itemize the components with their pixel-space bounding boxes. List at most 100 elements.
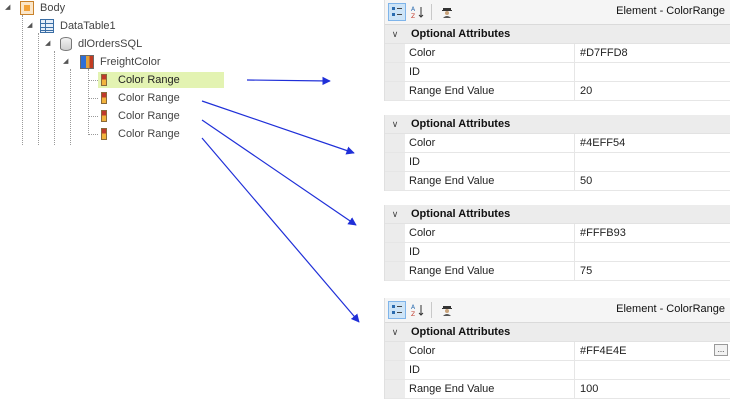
tree-connector <box>88 69 89 135</box>
property-panel-3: ∨ Optional Attributes Color #FFFB93 ID R… <box>384 205 730 281</box>
tree-node-label: Color Range <box>118 74 180 86</box>
agent-icon[interactable] <box>438 301 456 319</box>
toolbar-separator <box>431 4 432 20</box>
svg-text:Z: Z <box>411 13 415 19</box>
category-header[interactable]: ∨ Optional Attributes <box>385 205 730 224</box>
chevron-down-icon[interactable]: ∨ <box>385 327 405 338</box>
color-style-icon <box>80 55 94 69</box>
property-toolbar: AZ Element - ColorRange <box>385 298 730 323</box>
property-value-color[interactable]: #FF4E4E ... <box>575 342 730 360</box>
tree-connector <box>22 15 23 145</box>
property-name: ID <box>405 361 575 379</box>
color-range-icon <box>101 92 107 104</box>
property-row-color[interactable]: Color #FF4E4E ... <box>385 342 730 361</box>
collapse-toggle-icon[interactable]: ◢ <box>27 22 35 30</box>
agent-icon[interactable] <box>438 3 456 21</box>
property-panel-4: AZ Element - ColorRange ∨ Optional Attri… <box>384 298 730 399</box>
category-header[interactable]: ∨ Optional Attributes <box>385 25 730 44</box>
tree-node-colorrange-1[interactable]: Color Range <box>98 72 224 88</box>
alphabetical-sort-icon[interactable]: AZ <box>409 3 427 21</box>
property-row-id[interactable]: ID <box>385 63 730 82</box>
tree-node-datatable[interactable]: DataTable1 <box>40 18 119 34</box>
tree-node-body[interactable]: Body <box>20 0 68 16</box>
property-row-range-end[interactable]: Range End Value 20 <box>385 82 730 101</box>
categorized-view-icon[interactable] <box>388 301 406 319</box>
tree-connector <box>88 80 98 81</box>
property-name: Range End Value <box>405 172 575 190</box>
ellipsis-button[interactable]: ... <box>714 344 728 356</box>
property-value-range-end[interactable]: 75 <box>575 262 730 280</box>
property-panel-1: AZ Element - ColorRange ∨ Optional Attri… <box>384 0 730 101</box>
tree-node-label: dlOrdersSQL <box>78 38 143 50</box>
element-tree: ◢ Body ◢ DataTable1 ◢ dlOrdersSQL ◢ Frei… <box>0 0 240 150</box>
property-name: Color <box>405 342 575 360</box>
property-value-range-end[interactable]: 100 <box>575 380 730 398</box>
chevron-down-icon[interactable]: ∨ <box>385 119 405 130</box>
collapse-toggle-icon[interactable]: ◢ <box>63 58 71 66</box>
arrow-to-panel-4 <box>201 137 360 323</box>
category-header[interactable]: ∨ Optional Attributes <box>385 323 730 342</box>
tree-node-label: Color Range <box>118 92 180 104</box>
property-value-id[interactable] <box>575 153 730 171</box>
property-row-id[interactable]: ID <box>385 153 730 172</box>
property-value-id[interactable] <box>575 243 730 261</box>
category-header[interactable]: ∨ Optional Attributes <box>385 115 730 134</box>
tree-node-label: Body <box>40 2 66 14</box>
color-range-icon <box>101 74 107 86</box>
collapse-toggle-icon[interactable]: ◢ <box>45 40 53 48</box>
property-row-color[interactable]: Color #4EFF54 <box>385 134 730 153</box>
property-row-color[interactable]: Color #D7FFD8 <box>385 44 730 63</box>
property-row-color[interactable]: Color #FFFB93 <box>385 224 730 243</box>
tree-connector <box>54 51 55 145</box>
alphabetical-sort-icon[interactable]: AZ <box>409 301 427 319</box>
chevron-down-icon[interactable]: ∨ <box>385 29 405 40</box>
property-value-color[interactable]: #D7FFD8 <box>575 44 730 62</box>
svg-text:A: A <box>411 6 416 13</box>
category-title: Optional Attributes <box>411 208 511 220</box>
property-row-range-end[interactable]: Range End Value 50 <box>385 172 730 191</box>
property-value-color[interactable]: #4EFF54 <box>575 134 730 152</box>
tree-node-colorrange-4[interactable]: Color Range <box>98 126 183 142</box>
tree-node-datalayer[interactable]: dlOrdersSQL <box>60 36 145 52</box>
category-title: Optional Attributes <box>411 118 511 130</box>
tree-node-colorrange-2[interactable]: Color Range <box>98 90 183 106</box>
database-icon <box>60 37 72 51</box>
property-name: Range End Value <box>405 82 575 100</box>
property-toolbar: AZ Element - ColorRange <box>385 0 730 25</box>
color-value-text: #FF4E4E <box>580 345 627 357</box>
collapse-toggle-icon[interactable]: ◢ <box>5 4 13 12</box>
property-name: Color <box>405 224 575 242</box>
arrow-to-panel-1 <box>246 76 331 86</box>
property-value-id[interactable] <box>575 63 730 81</box>
tree-node-label: DataTable1 <box>60 20 116 32</box>
property-name: Color <box>405 44 575 62</box>
categorized-view-icon[interactable] <box>388 3 406 21</box>
tree-node-label: Color Range <box>118 128 180 140</box>
property-name: ID <box>405 243 575 261</box>
svg-text:A: A <box>411 304 416 311</box>
toolbar-separator <box>431 302 432 318</box>
category-title: Optional Attributes <box>411 28 511 40</box>
property-row-id[interactable]: ID <box>385 243 730 262</box>
property-name: ID <box>405 153 575 171</box>
tree-connector <box>70 69 71 145</box>
tree-connector <box>38 33 39 145</box>
color-range-icon <box>101 110 107 122</box>
tree-connector <box>88 98 98 99</box>
property-row-id[interactable]: ID <box>385 361 730 380</box>
tree-node-colorrange-3[interactable]: Color Range <box>98 108 183 124</box>
color-range-icon <box>101 128 107 140</box>
tree-node-freightcolor[interactable]: FreightColor <box>80 54 164 70</box>
property-value-range-end[interactable]: 50 <box>575 172 730 190</box>
body-icon <box>20 1 34 15</box>
property-row-range-end[interactable]: Range End Value 100 <box>385 380 730 399</box>
property-value-range-end[interactable]: 20 <box>575 82 730 100</box>
tree-node-label: FreightColor <box>100 56 161 68</box>
property-row-range-end[interactable]: Range End Value 75 <box>385 262 730 281</box>
property-value-color[interactable]: #FFFB93 <box>575 224 730 242</box>
chevron-down-icon[interactable]: ∨ <box>385 209 405 220</box>
tree-node-label: Color Range <box>118 110 180 122</box>
panel-title: Element - ColorRange <box>616 303 725 315</box>
property-value-id[interactable] <box>575 361 730 379</box>
svg-text:Z: Z <box>411 311 415 317</box>
